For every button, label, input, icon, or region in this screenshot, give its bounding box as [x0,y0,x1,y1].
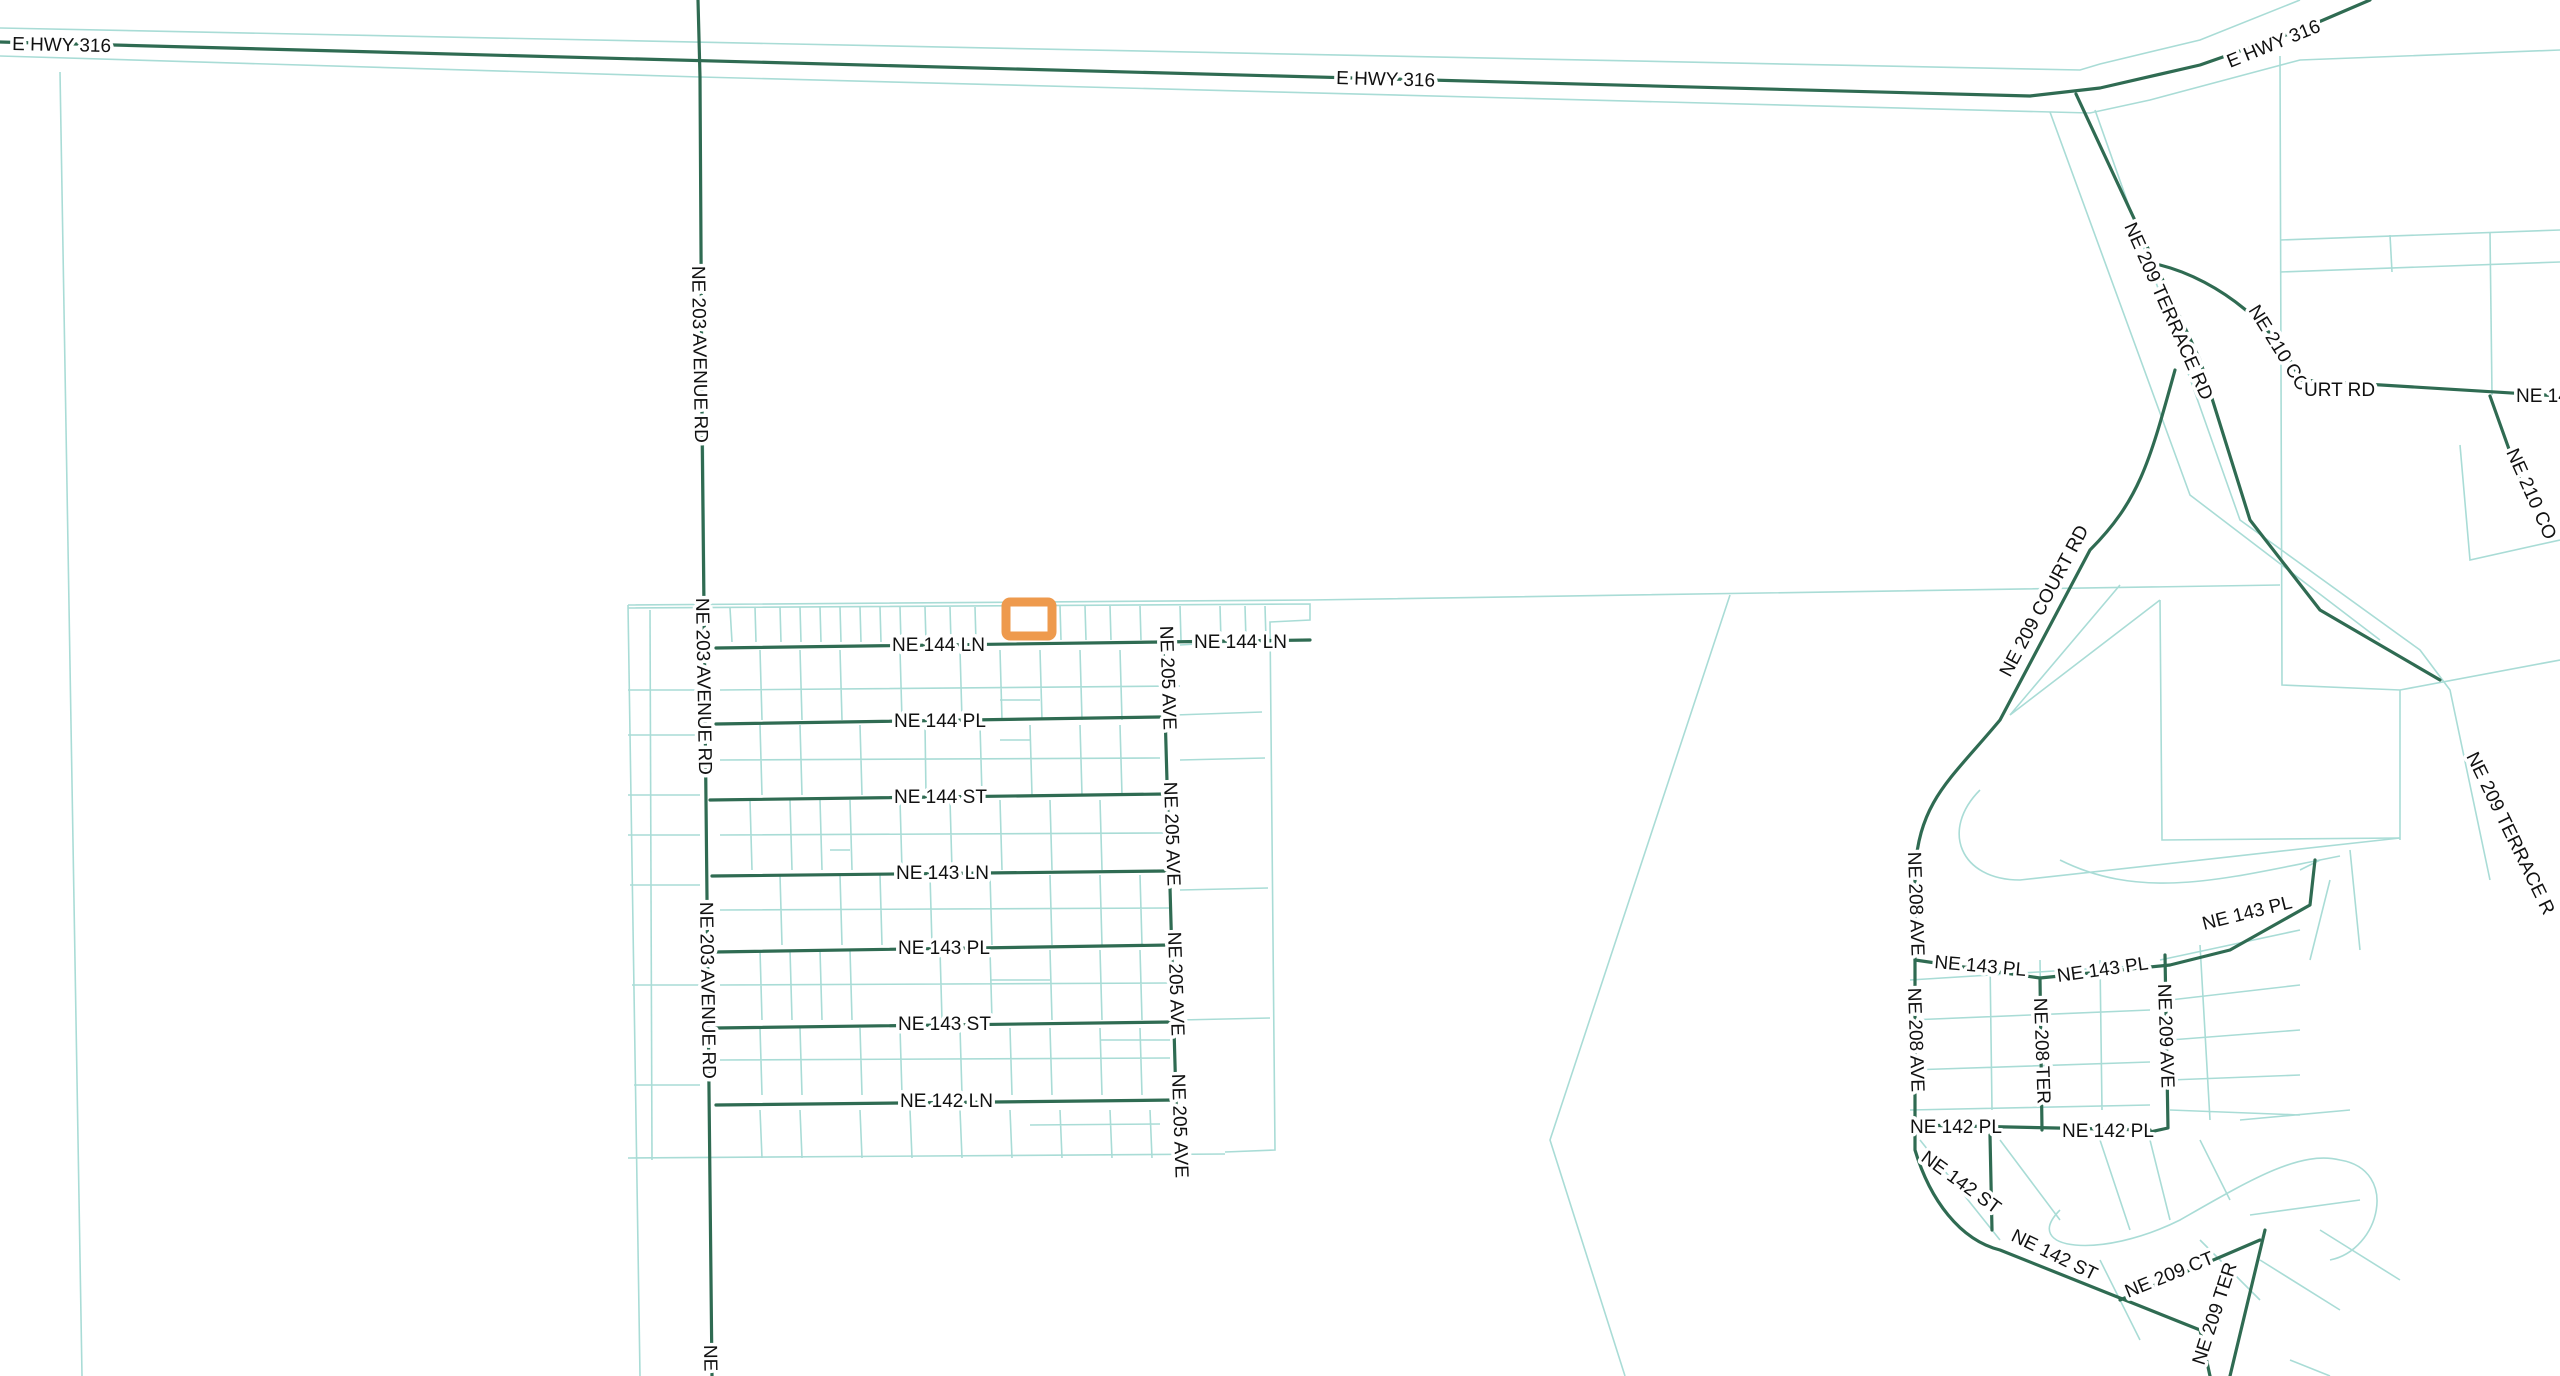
label-ne-143-pl-east-2: NE 143 PL [2056,953,2150,987]
label-e-hwy-316-left: E HWY 316 [12,34,111,57]
label-ne-203-cut: NE [699,1345,720,1372]
label-ne-210-court-rd-a: NE 210 CO [2244,302,2313,396]
road-ne-209-terrace-rd [2074,92,2442,682]
label-ne-210-co-side: NE 210 CO [2501,445,2560,542]
label-ne-209-ave: NE 209 AVE [2153,983,2178,1088]
label-ne-143-pl: NE 143 PL [898,938,990,959]
label-ne-142-st-b: NE 142 ST [2008,1226,2101,1286]
label-ne-144-ln-west: NE 144 LN [892,635,985,656]
label-ne-143-pl-east-1: NE 143 PL [1934,952,2027,981]
label-ne-209-terrace-rd-a: NE 209 TERRACE RD [2119,219,2216,403]
label-ne-208-ave-b: NE 208 AVE [1903,987,1928,1092]
street-labels: E HWY 316 E HWY 316 E HWY 316 NE 203 AVE… [8,13,2560,1375]
label-ne-210-court-rd-b: URT RD [2304,380,2375,401]
parcel-lines [0,0,2560,1376]
label-ne-142-ln: NE 142 LN [900,1091,993,1112]
road-network [0,0,2560,1376]
road-e-hwy-316 [0,0,2372,98]
label-ne-143-pl-east-3: NE 143 PL [2200,892,2294,935]
label-ne-205-ave-a: NE 205 AVE [1155,625,1180,730]
label-ne-205-ave-c: NE 205 AVE [1163,931,1188,1036]
label-ne-209-ter: NE 209 TER [2189,1260,2242,1368]
parcel-map[interactable]: E HWY 316 E HWY 316 E HWY 316 NE 203 AVE… [0,0,2560,1376]
label-ne-208-ave-a: NE 208 AVE [1903,851,1928,956]
label-ne-144-st: NE 144 ST [894,787,987,808]
road-ne-210-court-rd [2158,263,2560,398]
label-ne-209-terrace-rd-b: NE 209 TERRACE R [2462,749,2559,918]
selected-parcel-marker[interactable] [1001,597,1057,641]
label-ne-142-pl-b: NE 142 PL [2062,1121,2154,1142]
label-ne-142-pl-a: NE 142 PL [1910,1117,2002,1138]
label-ne-209-ct: NE 209 CT [2122,1248,2217,1303]
label-ne-205-ave-b: NE 205 AVE [1159,781,1184,886]
label-ne-144-pl: NE 144 PL [894,711,986,732]
label-ne-144-ln-east: NE 144 LN [1194,632,1287,653]
label-ne-143-st: NE 143 ST [898,1014,991,1035]
label-ne-209-court-rd: NE 209 COURT RD [1996,522,2094,680]
label-ne-203-avenue-rd-mid: NE 203 AVENUE RD [691,598,715,775]
label-ne-205-ave-d: NE 205 AVE [1167,1073,1192,1178]
road-ne-209-court-rd [1913,368,2212,1376]
label-e-hwy-316-mid: E HWY 316 [1336,68,1435,92]
label-ne-143-ln: NE 143 LN [896,863,989,884]
label-ne-203-avenue-rd-top: NE 203 AVENUE RD [687,266,711,443]
label-ne-14x: NE 14 [2516,386,2560,407]
label-ne-208-ter: NE 208 TER [2029,997,2054,1104]
label-ne-203-avenue-rd-low: NE 203 AVENUE RD [695,902,719,1079]
